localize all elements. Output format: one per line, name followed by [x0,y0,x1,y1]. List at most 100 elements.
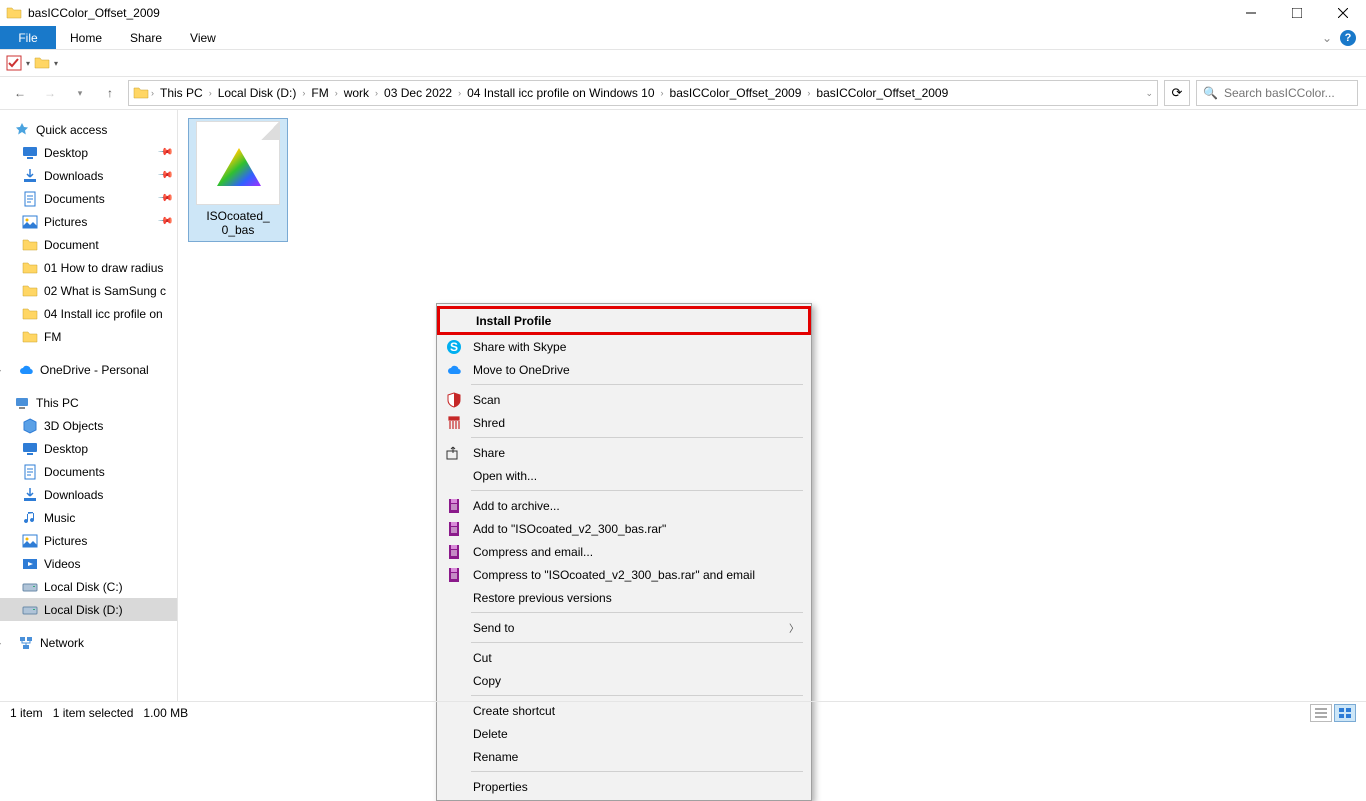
up-button[interactable]: ↑ [98,81,122,105]
sidebar-item[interactable]: FM [0,325,177,348]
onedrive-header[interactable]: ›OneDrive - Personal [0,358,177,381]
sidebar-item[interactable]: Documents📌 [0,187,177,210]
recent-chevron[interactable]: ▾ [68,81,92,105]
maximize-button[interactable] [1274,0,1320,26]
crumb[interactable]: FM [307,84,332,102]
ctx-restore-versions[interactable]: Restore previous versions [437,586,811,609]
ctx-add-archive[interactable]: Add to archive... [437,494,811,517]
sidebar-item[interactable]: Videos [0,552,177,575]
disk-icon [22,579,38,595]
nav-toolbar: ← → ▾ ↑ › This PC› Local Disk (D:)› FM› … [0,76,1366,110]
ribbon-expand-icon[interactable]: ⌄ [1322,31,1332,45]
pin-icon: 📌 [156,190,173,207]
ctx-delete[interactable]: Delete [437,722,811,745]
crumb[interactable]: 04 Install icc profile on Windows 10 [463,84,658,102]
crumb[interactable]: work [340,84,373,102]
sidebar-item[interactable]: Downloads📌 [0,164,177,187]
sidebar-item[interactable]: 3D Objects [0,414,177,437]
quick-access-header[interactable]: Quick access [0,118,177,141]
ctx-send-to[interactable]: Send to〉 [437,616,811,639]
3d-icon [22,418,38,434]
thispc-header[interactable]: This PC [0,391,177,414]
download-icon [22,168,38,184]
chevron-right-icon: 〉 [789,620,799,635]
doc-icon [22,464,38,480]
ctx-move-onedrive[interactable]: Move to OneDrive [437,358,811,381]
icc-profile-icon [196,121,280,205]
qat-chevron-2[interactable]: ▾ [54,59,58,68]
pic-icon [22,214,38,230]
help-icon[interactable]: ? [1340,30,1356,46]
quick-access-toolbar: ▾ ▾ [0,50,1366,76]
crumb[interactable]: 03 Dec 2022 [380,84,456,102]
ctx-shred[interactable]: Shred [437,411,811,434]
sidebar-item[interactable]: 04 Install icc profile on [0,302,177,325]
folder-icon [22,260,38,276]
sidebar-item[interactable]: Document [0,233,177,256]
title-bar: basICColor_Offset_2009 [0,0,1366,26]
ctx-rename[interactable]: Rename [437,745,811,768]
crumb[interactable]: Local Disk (D:) [214,84,301,102]
ctx-cut[interactable]: Cut [437,646,811,669]
ctx-open-with[interactable]: Open with... [437,464,811,487]
tab-share[interactable]: Share [116,26,176,49]
sidebar-item[interactable]: 02 What is SamSung c [0,279,177,302]
nav-pane: Quick access Desktop📌Downloads📌Documents… [0,110,178,701]
pin-icon: 📌 [156,213,173,230]
search-input[interactable] [1224,86,1351,100]
network-header[interactable]: ›Network [0,631,177,654]
status-item-count: 1 item [10,706,43,720]
sidebar-item[interactable]: Pictures📌 [0,210,177,233]
sidebar-item[interactable]: Pictures [0,529,177,552]
sidebar-item[interactable]: Desktop [0,437,177,460]
video-icon [22,556,38,572]
desktop-icon [22,145,38,161]
shield-icon [446,392,462,408]
addr-dropdown-icon[interactable]: ⌄ [1145,88,1153,99]
pic-icon [22,533,38,549]
refresh-button[interactable]: ⟳ [1164,80,1190,106]
qat-chevron[interactable]: ▾ [26,59,30,68]
view-details-button[interactable] [1310,704,1332,722]
crumb[interactable]: basICColor_Offset_2009 [666,84,806,102]
sidebar-item[interactable]: Music [0,506,177,529]
tab-home[interactable]: Home [56,26,116,49]
rar-icon [446,521,462,537]
ctx-scan[interactable]: Scan [437,388,811,411]
sidebar-item[interactable]: Downloads [0,483,177,506]
qat-check-icon[interactable] [6,55,22,71]
file-item-selected[interactable]: ISOcoated_0_bas [188,118,288,242]
ribbon-tabs: File Home Share View ⌄ ? [0,26,1366,50]
search-box[interactable]: 🔍 [1196,80,1358,106]
desktop-icon [22,441,38,457]
ctx-copy[interactable]: Copy [437,669,811,692]
ctx-add-to-rar[interactable]: Add to "ISOcoated_v2_300_bas.rar" [437,517,811,540]
back-button[interactable]: ← [8,81,32,105]
skype-icon [446,339,462,355]
forward-button[interactable]: → [38,81,62,105]
address-bar[interactable]: › This PC› Local Disk (D:)› FM› work› 03… [128,80,1158,106]
file-pane[interactable]: ISOcoated_0_bas Install Profile Share wi… [178,110,1366,701]
window-title: basICColor_Offset_2009 [28,6,160,20]
tab-view[interactable]: View [176,26,230,49]
tab-file[interactable]: File [0,26,56,49]
close-button[interactable] [1320,0,1366,26]
ctx-properties[interactable]: Properties [437,775,811,798]
network-icon [18,635,34,651]
sidebar-item[interactable]: Desktop📌 [0,141,177,164]
qat-folder-icon[interactable] [34,55,50,71]
ctx-install-profile[interactable]: Install Profile [440,309,808,332]
crumb[interactable]: basICColor_Offset_2009 [812,84,952,102]
ctx-compress-to-email[interactable]: Compress to "ISOcoated_v2_300_bas.rar" a… [437,563,811,586]
folder-icon [22,237,38,253]
minimize-button[interactable] [1228,0,1274,26]
sidebar-item[interactable]: Local Disk (C:) [0,575,177,598]
view-large-icons-button[interactable] [1334,704,1356,722]
ctx-share[interactable]: Share [437,441,811,464]
sidebar-item[interactable]: Local Disk (D:) [0,598,177,621]
crumb[interactable]: This PC [156,84,207,102]
ctx-share-skype[interactable]: Share with Skype [437,335,811,358]
sidebar-item[interactable]: Documents [0,460,177,483]
ctx-compress-email[interactable]: Compress and email... [437,540,811,563]
sidebar-item[interactable]: 01 How to draw radius [0,256,177,279]
